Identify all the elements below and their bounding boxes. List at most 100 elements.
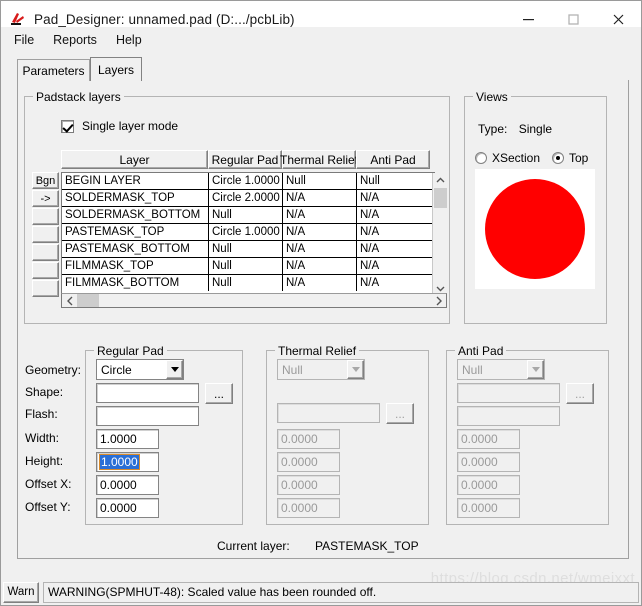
column-header-thermal-relief[interactable]: Thermal Relief xyxy=(280,150,358,169)
table-cell-layer[interactable]: SOLDERMASK_TOP xyxy=(62,190,209,206)
side-button-current[interactable]: -> xyxy=(32,190,59,207)
table-cell-regular-pad[interactable]: Circle 2.0000 xyxy=(209,190,283,206)
anti-pad-value-2-text: 0.0000 xyxy=(461,455,498,469)
side-button-row-5[interactable] xyxy=(32,244,59,261)
thermal-relief-legend: Thermal Relief xyxy=(275,344,360,358)
table-cell-anti-pad[interactable]: Null xyxy=(357,173,431,189)
column-header-regular-pad[interactable]: Regular Pad xyxy=(208,150,282,169)
side-button-bgn[interactable]: Bgn xyxy=(32,172,59,189)
table-cell-regular-pad[interactable]: Circle 1.0000 xyxy=(209,173,283,189)
table-cell-thermal-relief[interactable]: N/A xyxy=(283,224,357,240)
table-cell-anti-pad[interactable]: N/A xyxy=(357,190,431,206)
table-cell-regular-pad[interactable]: Null xyxy=(209,207,283,223)
menu-bar: File Reports Help xyxy=(1,27,641,53)
view-type-label: Type: xyxy=(478,122,508,136)
side-button-bgn-label: Bgn xyxy=(35,174,56,187)
table-row[interactable]: FILMMASK_BOTTOM Null N/A N/A xyxy=(62,275,434,292)
table-cell-thermal-relief[interactable]: N/A xyxy=(283,207,357,223)
thermal-relief-geometry-combo[interactable]: Null xyxy=(277,359,365,380)
table-row[interactable]: SOLDERMASK_TOP Circle 2.0000 N/A N/A xyxy=(62,190,434,207)
table-cell-anti-pad[interactable]: N/A xyxy=(357,207,431,223)
regular-pad-height-value: 1.0000 xyxy=(99,454,140,470)
tab-layers[interactable]: Layers xyxy=(90,57,142,81)
layers-horizontal-scrollbar[interactable] xyxy=(61,293,447,308)
table-cell-layer[interactable]: FILMMASK_BOTTOM xyxy=(62,275,209,291)
menu-item-reports[interactable]: Reports xyxy=(49,31,106,49)
table-cell-thermal-relief[interactable]: N/A xyxy=(283,190,357,206)
layers-vertical-scrollbar[interactable] xyxy=(432,173,447,296)
chevron-down-icon[interactable] xyxy=(527,360,544,379)
anti-pad-shape-browse-label: ... xyxy=(574,386,585,401)
table-row[interactable]: SOLDERMASK_BOTTOM Null N/A N/A xyxy=(62,207,434,224)
table-row[interactable]: BEGIN LAYER Circle 1.0000 Null Null xyxy=(62,173,434,190)
anti-pad-geometry-value: Null xyxy=(462,362,483,377)
regular-pad-shape-browse-button[interactable]: ... xyxy=(205,383,233,404)
regular-pad-height-input[interactable]: 1.0000 xyxy=(96,452,159,472)
column-header-anti-pad[interactable]: Anti Pad xyxy=(356,150,430,169)
views-legend: Views xyxy=(473,90,511,104)
single-layer-mode-checkbox[interactable] xyxy=(61,119,74,133)
side-button-row-3[interactable] xyxy=(32,208,59,225)
thermal-relief-value-3: 0.0000 xyxy=(277,475,340,495)
anti-pad-geometry-combo[interactable]: Null xyxy=(457,359,545,380)
table-cell-anti-pad[interactable]: N/A xyxy=(357,224,431,240)
table-cell-thermal-relief[interactable]: N/A xyxy=(283,275,357,291)
table-cell-regular-pad[interactable]: Null xyxy=(209,241,283,257)
table-cell-thermal-relief[interactable]: N/A xyxy=(283,258,357,274)
table-cell-anti-pad[interactable]: N/A xyxy=(357,241,431,257)
table-cell-regular-pad[interactable]: Null xyxy=(209,258,283,274)
chevron-down-icon[interactable] xyxy=(347,360,364,379)
chevron-down-icon[interactable] xyxy=(166,360,183,379)
current-layer-label: Current layer: xyxy=(217,539,290,553)
table-cell-anti-pad[interactable]: N/A xyxy=(357,258,431,274)
menu-item-help[interactable]: Help xyxy=(112,31,151,49)
table-cell-layer[interactable]: PASTEMASK_TOP xyxy=(62,224,209,240)
table-row[interactable]: PASTEMASK_BOTTOM Null N/A N/A xyxy=(62,241,434,258)
thermal-relief-shape-browse-label: ... xyxy=(394,406,405,421)
table-cell-regular-pad[interactable]: Null xyxy=(209,275,283,291)
regular-pad-offset-y-input[interactable]: 0.0000 xyxy=(96,498,159,518)
table-cell-thermal-relief[interactable]: N/A xyxy=(283,241,357,257)
side-button-row-6[interactable] xyxy=(32,262,59,279)
status-severity-button[interactable]: Warn xyxy=(3,581,39,603)
current-layer-row: Current layer: PASTEMASK_TOP xyxy=(217,539,419,553)
regular-pad-flash-input[interactable] xyxy=(96,406,199,426)
chevron-right-icon[interactable] xyxy=(431,296,446,306)
side-button-row-7[interactable] xyxy=(32,280,59,297)
tab-strip: Parameters Layers xyxy=(17,57,637,81)
column-header-layer[interactable]: Layer xyxy=(61,150,208,169)
flash-label: Flash: xyxy=(25,407,58,421)
view-option-xsection[interactable]: XSection xyxy=(475,151,540,165)
anti-pad-shape-input xyxy=(457,383,560,403)
table-cell-layer[interactable]: BEGIN LAYER xyxy=(62,173,209,189)
table-cell-regular-pad[interactable]: Circle 1.0000 xyxy=(209,224,283,240)
vertical-scroll-thumb[interactable] xyxy=(433,188,447,208)
table-row[interactable]: PASTEMASK_TOP Circle 1.0000 N/A N/A xyxy=(62,224,434,241)
regular-pad-shape-input[interactable] xyxy=(96,383,199,403)
table-cell-layer[interactable]: PASTEMASK_BOTTOM xyxy=(62,241,209,257)
top-radio[interactable] xyxy=(552,152,564,164)
chevron-left-icon[interactable] xyxy=(62,296,77,306)
layers-table-header: Layer Regular Pad Thermal Relief Anti Pa… xyxy=(61,150,430,169)
layers-table-grid[interactable]: BEGIN LAYER Circle 1.0000 Null Null SOLDERMA… xyxy=(61,172,435,297)
horizontal-scroll-thumb[interactable] xyxy=(77,294,99,307)
single-layer-mode-row[interactable]: Single layer mode xyxy=(61,119,178,133)
anti-pad-shape-browse-button: ... xyxy=(566,383,594,404)
table-row[interactable]: FILMMASK_TOP Null N/A N/A xyxy=(62,258,434,275)
thermal-relief-value-1-text: 0.0000 xyxy=(281,432,318,446)
regular-pad-offset-x-input[interactable]: 0.0000 xyxy=(96,475,159,495)
table-cell-layer[interactable]: FILMMASK_TOP xyxy=(62,258,209,274)
table-cell-layer[interactable]: SOLDERMASK_BOTTOM xyxy=(62,207,209,223)
view-option-top[interactable]: Top xyxy=(552,151,588,165)
regular-pad-width-input[interactable]: 1.0000 xyxy=(96,429,159,449)
xsection-radio[interactable] xyxy=(475,152,487,164)
regular-pad-geometry-combo[interactable]: Circle xyxy=(96,359,184,380)
side-button-row-4[interactable] xyxy=(32,226,59,243)
height-label: Height: xyxy=(25,454,64,468)
table-cell-anti-pad[interactable]: N/A xyxy=(357,275,431,291)
table-cell-thermal-relief[interactable]: Null xyxy=(283,173,357,189)
chevron-up-icon[interactable] xyxy=(433,173,448,188)
menu-item-file[interactable]: File xyxy=(10,31,43,49)
tab-parameters[interactable]: Parameters xyxy=(17,59,90,81)
top-label: Top xyxy=(569,151,589,165)
